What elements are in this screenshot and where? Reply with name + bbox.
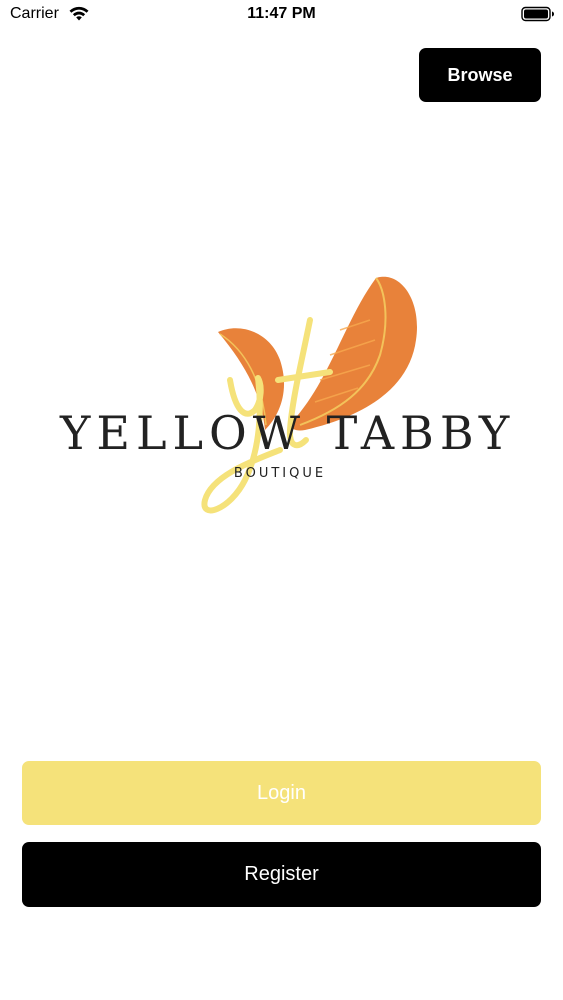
yellow-tabby-logo: YELLOW TABBY BOUTIQUE [40, 260, 523, 540]
login-button[interactable]: Login [22, 761, 541, 825]
brand-name: YELLOW TABBY [60, 406, 516, 460]
battery-icon [521, 6, 555, 22]
register-button[interactable]: Register [22, 842, 541, 907]
brand-subtitle: BOUTIQUE [233, 466, 327, 481]
clock-time: 11:47 PM [247, 5, 316, 22]
feather-icon [201, 276, 417, 514]
browse-button[interactable]: Browse [419, 48, 541, 102]
status-bar: Carrier 11:47 PM [0, 0, 563, 30]
